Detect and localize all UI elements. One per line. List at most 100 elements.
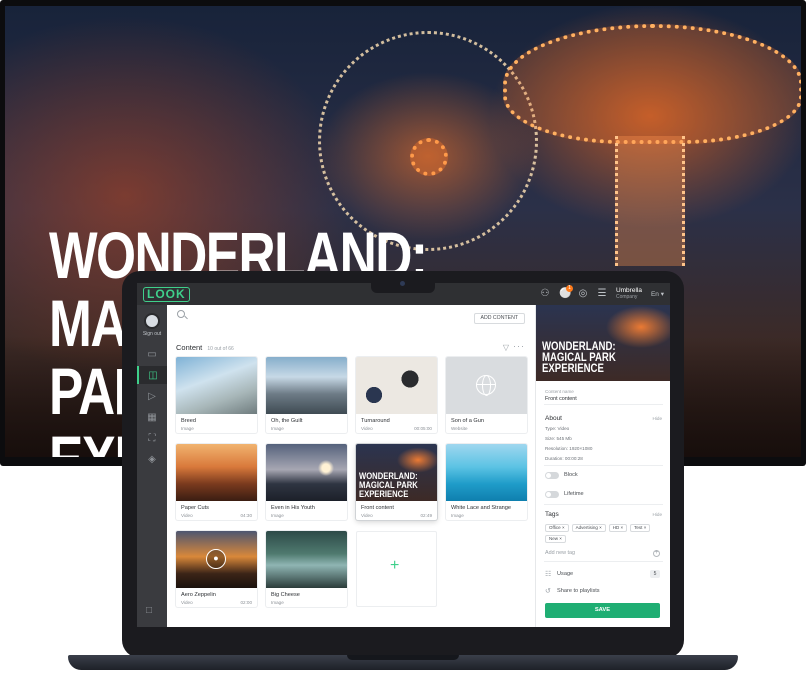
- card-name: Paper Cuts: [181, 505, 209, 511]
- sliders-icon[interactable]: ☰: [597, 289, 607, 299]
- tag-label: Test: [634, 525, 643, 530]
- preview-image: WONDERLAND: MAGICAL PARK EXPERIENCE: [536, 305, 670, 381]
- tags-hide-link[interactable]: Hide: [653, 512, 662, 517]
- card-type: Image: [181, 426, 194, 431]
- card-name: Front content: [361, 505, 394, 511]
- card-name: Big Cheese: [271, 592, 300, 598]
- more-icon[interactable]: ···: [513, 341, 525, 351]
- scan-icon[interactable]: ⛶: [137, 429, 167, 447]
- content-heading: Content 10 out of 66: [176, 343, 234, 352]
- content-card[interactable]: Big Cheese Image: [266, 531, 347, 607]
- ferris-wheel-hub: [410, 138, 448, 176]
- close-icon[interactable]: ×: [599, 525, 602, 530]
- layers-icon[interactable]: ◈: [137, 450, 167, 468]
- thumbnail-image: [266, 444, 347, 501]
- account-name: Umbrella: [615, 287, 642, 294]
- filter-icon[interactable]: ▽: [503, 343, 509, 352]
- screens-icon[interactable]: ▭: [137, 345, 167, 363]
- add-content-button[interactable]: ADD CONTENT: [473, 313, 525, 324]
- camera-icon: [400, 281, 405, 286]
- tag-chip[interactable]: New ×: [545, 535, 566, 543]
- resolution-line: Resolution: 1920×1080: [545, 446, 593, 451]
- users-icon[interactable]: ⚇: [540, 289, 550, 299]
- globe-icon[interactable]: ◎: [578, 289, 588, 299]
- globe-icon: [476, 375, 496, 396]
- thumbnail-image: [176, 357, 257, 414]
- close-icon[interactable]: ×: [559, 536, 562, 541]
- app-logo[interactable]: LOOK: [143, 286, 190, 302]
- card-name: Turnaround: [361, 418, 390, 424]
- duration-line: Duration: 00:00:28: [545, 456, 583, 461]
- add-tag-input[interactable]: Add new tag: [545, 550, 575, 556]
- language-value: En: [650, 291, 659, 298]
- app-window: LOOK ⚇ ⚪ 1 ◎ ☰ Umbrella Company En ▾ Sig…: [137, 283, 670, 627]
- card-type: Image: [271, 513, 284, 518]
- about-heading: About: [545, 415, 562, 422]
- lifetime-toggle[interactable]: [545, 491, 559, 498]
- content-card[interactable]: White Lace and Strange Image: [446, 444, 527, 520]
- chat-icon[interactable]: □: [146, 605, 152, 616]
- card-duration: 04:30: [240, 513, 253, 518]
- search-bar[interactable]: ADD CONTENT: [167, 305, 535, 325]
- share-icon: ↺: [545, 588, 551, 595]
- card-duration: 02:49: [420, 513, 433, 518]
- block-toggle[interactable]: [545, 472, 559, 479]
- share-to-playlists-link[interactable]: Share to playlists: [557, 588, 600, 594]
- close-icon[interactable]: ×: [621, 525, 624, 530]
- card-name: White Lace and Strange: [451, 505, 512, 511]
- type-line: Type: Video: [545, 426, 570, 431]
- save-button[interactable]: SAVE: [545, 603, 660, 618]
- divider: [544, 504, 663, 505]
- tag-chip[interactable]: Test ×: [630, 524, 651, 532]
- content-card[interactable]: ● Aero Zeppelin Video 02:00: [176, 531, 257, 607]
- playlist-icon[interactable]: ▷: [137, 387, 167, 405]
- card-type: Video: [361, 513, 373, 518]
- thumbnail-image: [266, 531, 347, 588]
- card-name: Son of a Gun: [451, 418, 484, 424]
- block-label: Block: [564, 472, 578, 478]
- calendar-icon[interactable]: ▦: [137, 408, 167, 426]
- card-type: Website: [451, 426, 468, 431]
- usage-label[interactable]: Usage: [557, 571, 573, 577]
- card-name: Breed: [181, 418, 196, 424]
- language-select[interactable]: En ▾: [651, 290, 664, 298]
- account-switcher[interactable]: Umbrella Company: [616, 287, 642, 301]
- tag-list: Office × Advertising × HD × Test × New ×: [545, 524, 660, 543]
- search-icon[interactable]: [177, 310, 185, 318]
- content-card[interactable]: Even in His Youth Image: [266, 444, 347, 520]
- divider: [544, 404, 663, 405]
- sign-out-link[interactable]: Sign out: [137, 331, 167, 337]
- tag-chip[interactable]: HD ×: [608, 524, 628, 532]
- close-icon[interactable]: ×: [644, 525, 647, 530]
- card-duration: 02:00: [240, 600, 253, 605]
- content-card[interactable]: Son of a Gun Website: [446, 357, 527, 433]
- card-duration: 00:05:00: [414, 426, 432, 431]
- thumbnail-image: WONDERLAND: MAGICAL PARK EXPERIENCE: [356, 444, 437, 501]
- tag-label: Advertising: [575, 525, 598, 530]
- notification-badge: 1: [565, 285, 573, 292]
- content-nav-icon[interactable]: ◫: [137, 366, 167, 384]
- avatar[interactable]: [144, 313, 160, 329]
- chevron-down-icon: ▾: [660, 291, 664, 298]
- content-card[interactable]: Breed Image: [176, 357, 257, 433]
- usage-icon: ☷: [545, 571, 552, 578]
- card-type: Video: [181, 600, 193, 605]
- content-card[interactable]: Turnaround Video 00:05:00: [356, 357, 437, 433]
- card-type: Image: [451, 513, 464, 518]
- add-content-card[interactable]: +: [356, 531, 437, 607]
- lifetime-label: Lifetime: [564, 491, 584, 497]
- tag-chip[interactable]: Office ×: [545, 524, 569, 532]
- add-tag-icon[interactable]: +: [653, 550, 660, 557]
- bell-icon[interactable]: ⚪ 1: [559, 285, 573, 299]
- about-hide-link[interactable]: Hide: [653, 416, 662, 421]
- thumbnail-image: ●: [176, 531, 257, 588]
- tags-heading: Tags: [545, 511, 559, 518]
- content-card[interactable]: Paper Cuts Video 04:30: [176, 444, 257, 520]
- tag-label: HD: [612, 525, 620, 530]
- content-card[interactable]: Oh, the Guilt Image: [266, 357, 347, 433]
- content-name-field[interactable]: Front content: [545, 396, 577, 402]
- close-icon[interactable]: ×: [562, 525, 565, 530]
- tag-chip[interactable]: Advertising ×: [571, 524, 606, 532]
- content-card-selected[interactable]: WONDERLAND: MAGICAL PARK EXPERIENCE Fron…: [356, 444, 437, 520]
- account-sub: Company: [615, 294, 638, 300]
